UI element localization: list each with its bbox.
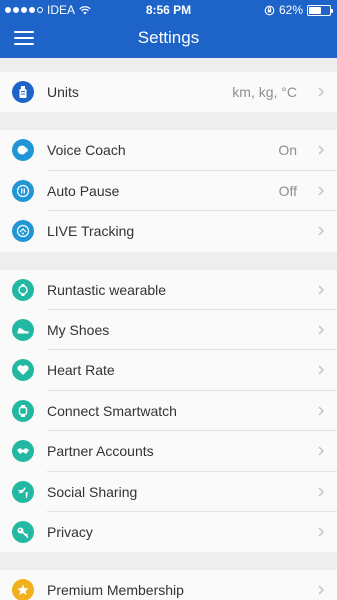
- row-label: Partner Accounts: [47, 443, 154, 460]
- status-bar: IDEA 8:56 PM 62%: [0, 0, 337, 20]
- row-label: Runtastic wearable: [47, 281, 167, 298]
- settings-group-devices: Runtastic wearable My Shoes Heart Rate C…: [0, 269, 337, 553]
- live-tracking-icon: [12, 220, 34, 243]
- units-icon: [12, 81, 34, 103]
- chevron-right-icon: [318, 406, 325, 416]
- chevron-right-icon: [318, 527, 325, 537]
- settings-row-voice-coach[interactable]: Voice Coach On: [0, 130, 337, 171]
- heart-icon: [12, 359, 34, 382]
- section-gap: [0, 112, 337, 131]
- chevron-right-icon: [318, 325, 325, 335]
- row-label: Privacy: [47, 523, 93, 540]
- settings-group-activity: Voice Coach On Auto Pause Off LIVE Track…: [0, 130, 337, 252]
- row-label: Units: [47, 84, 79, 100]
- row-label: Auto Pause: [47, 182, 120, 199]
- section-gap: [0, 552, 337, 571]
- status-right: 62%: [264, 3, 333, 17]
- chevron-right-icon: [318, 365, 325, 375]
- settings-row-units[interactable]: Units km, kg, °C: [0, 72, 337, 113]
- settings-row-premium-membership[interactable]: Premium Membership: [0, 570, 337, 600]
- key-icon: [12, 520, 34, 543]
- chevron-right-icon: [318, 145, 325, 155]
- chevron-right-icon: [318, 186, 325, 196]
- page-title: Settings: [137, 28, 200, 47]
- star-icon: [12, 579, 34, 600]
- settings-row-my-shoes[interactable]: My Shoes: [0, 309, 337, 351]
- row-label: Premium Membership: [47, 582, 184, 599]
- section-gap: [0, 58, 337, 72]
- row-label: Heart Rate: [47, 362, 115, 379]
- wearable-icon: [12, 278, 34, 301]
- rotation-lock-icon: [264, 5, 275, 15]
- settings-row-connect-smartwatch[interactable]: Connect Smartwatch: [0, 390, 337, 432]
- chevron-right-icon: [318, 285, 325, 295]
- settings-row-live-tracking[interactable]: LIVE Tracking: [0, 211, 337, 252]
- chevron-right-icon: [318, 486, 325, 497]
- settings-group-units: Units km, kg, °C: [0, 72, 337, 113]
- row-label: Voice Coach: [47, 142, 126, 159]
- pause-icon: [12, 179, 34, 202]
- nav-bar: Settings: [0, 20, 337, 58]
- section-gap: [0, 251, 337, 270]
- battery-icon: [307, 4, 333, 16]
- chevron-right-icon: [318, 446, 325, 456]
- row-label: My Shoes: [47, 321, 110, 338]
- chevron-right-icon: [318, 585, 325, 595]
- row-label: Connect Smartwatch: [47, 402, 177, 419]
- settings-group-premium: Premium Membership: [0, 570, 337, 600]
- row-label: LIVE Tracking: [47, 223, 135, 240]
- settings-row-heart-rate[interactable]: Heart Rate: [0, 350, 337, 391]
- handshake-icon: [12, 440, 34, 463]
- social-icon: [12, 480, 34, 503]
- row-label: Social Sharing: [47, 483, 138, 500]
- settings-row-auto-pause[interactable]: Auto Pause Off: [0, 170, 337, 212]
- settings-row-social-sharing[interactable]: Social Sharing: [0, 471, 337, 512]
- shoe-icon: [12, 318, 34, 341]
- chevron-right-icon: [318, 226, 325, 236]
- settings-row-runtastic-wearable[interactable]: Runtastic wearable: [0, 269, 337, 310]
- row-value: Off: [278, 182, 297, 199]
- settings-row-partner-accounts[interactable]: Partner Accounts: [0, 431, 337, 472]
- battery-percent: 62%: [278, 3, 303, 17]
- row-value: On: [278, 142, 297, 159]
- row-value: km, kg, °C: [232, 84, 297, 100]
- chevron-right-icon: [318, 87, 325, 97]
- settings-row-privacy[interactable]: Privacy: [0, 511, 337, 553]
- voice-coach-icon: [12, 139, 34, 162]
- settings-list: Units km, kg, °C Voice Coach On Auto Pau…: [0, 58, 337, 600]
- smartwatch-icon: [12, 399, 34, 422]
